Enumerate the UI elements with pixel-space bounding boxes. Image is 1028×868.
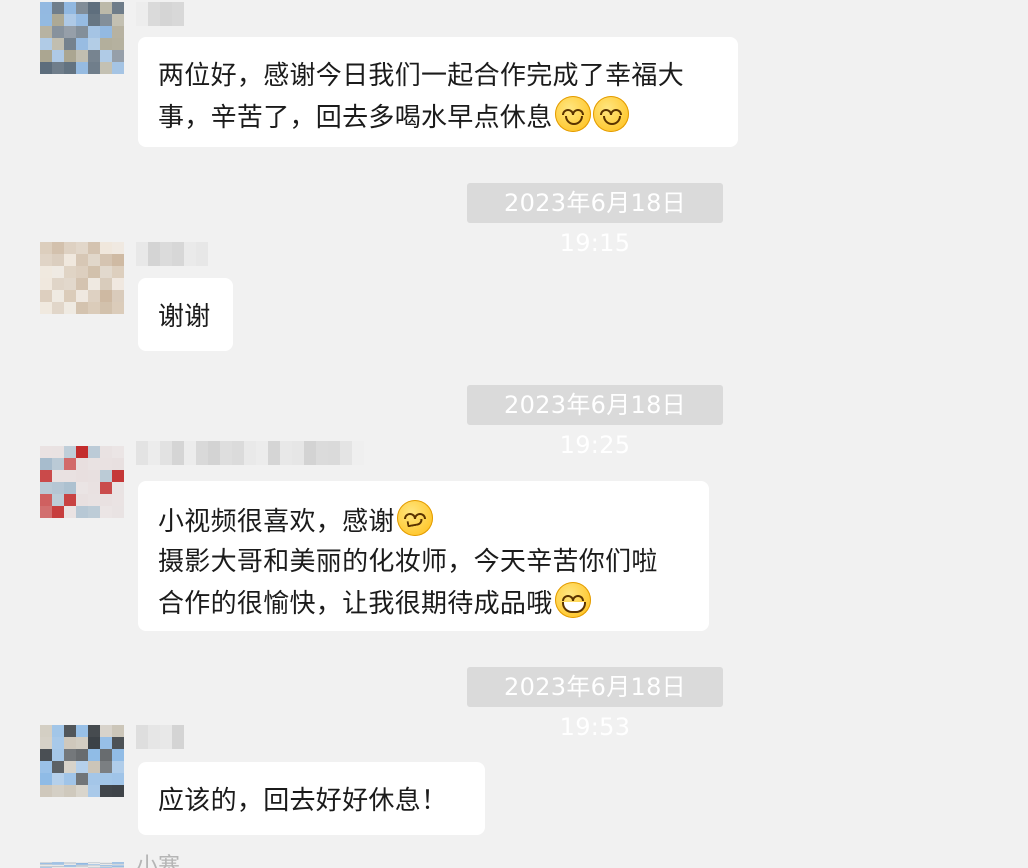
timestamp: 2023年6月18日 19:15	[467, 183, 723, 257]
sender-name-blurred	[136, 725, 184, 749]
avatar[interactable]	[40, 242, 124, 314]
sender-name-blurred	[136, 2, 184, 26]
timestamp: 2023年6月18日 19:53	[467, 667, 723, 741]
message-bubble[interactable]: 谢谢	[138, 278, 233, 351]
message-bubble[interactable]: 两位好，感谢今日我们一起合作完成了幸福大 事，辛苦了，回去多喝水早点休息	[138, 37, 738, 147]
message-text: 事，辛苦了，回去多喝水早点休息	[158, 103, 553, 133]
timestamp: 2023年6月18日 19:25	[467, 385, 723, 459]
avatar[interactable]	[40, 725, 124, 797]
avatar[interactable]	[40, 862, 124, 868]
message-text: 应该的，回去好好休息！	[158, 786, 448, 816]
message-text: 摄影大哥和美丽的化妆师，今天辛苦你们啦	[158, 547, 658, 577]
sender-name: 小塞	[136, 854, 181, 868]
message-text: 小视频很喜欢，感谢	[158, 507, 395, 537]
message-bubble[interactable]: 小视频很喜欢，感谢 摄影大哥和美丽的化妆师，今天辛苦你们啦 合作的很愉快，让我很…	[138, 481, 709, 631]
avatar[interactable]	[40, 446, 124, 518]
message-bubble[interactable]: 应该的，回去好好休息！	[138, 762, 485, 835]
smile-emoji-icon	[554, 96, 591, 132]
avatar[interactable]	[40, 2, 124, 74]
smile-emoji-icon	[592, 96, 629, 132]
message-text: 两位好，感谢今日我们一起合作完成了幸福大	[158, 61, 685, 91]
grin-emoji-icon	[554, 582, 591, 618]
message-text: 合作的很愉快，让我很期待成品哦	[158, 589, 553, 619]
sender-name-blurred	[136, 242, 208, 266]
message-text: 谢谢	[158, 302, 211, 332]
smirk-emoji-icon	[396, 500, 433, 536]
sender-name-blurred	[136, 441, 364, 465]
